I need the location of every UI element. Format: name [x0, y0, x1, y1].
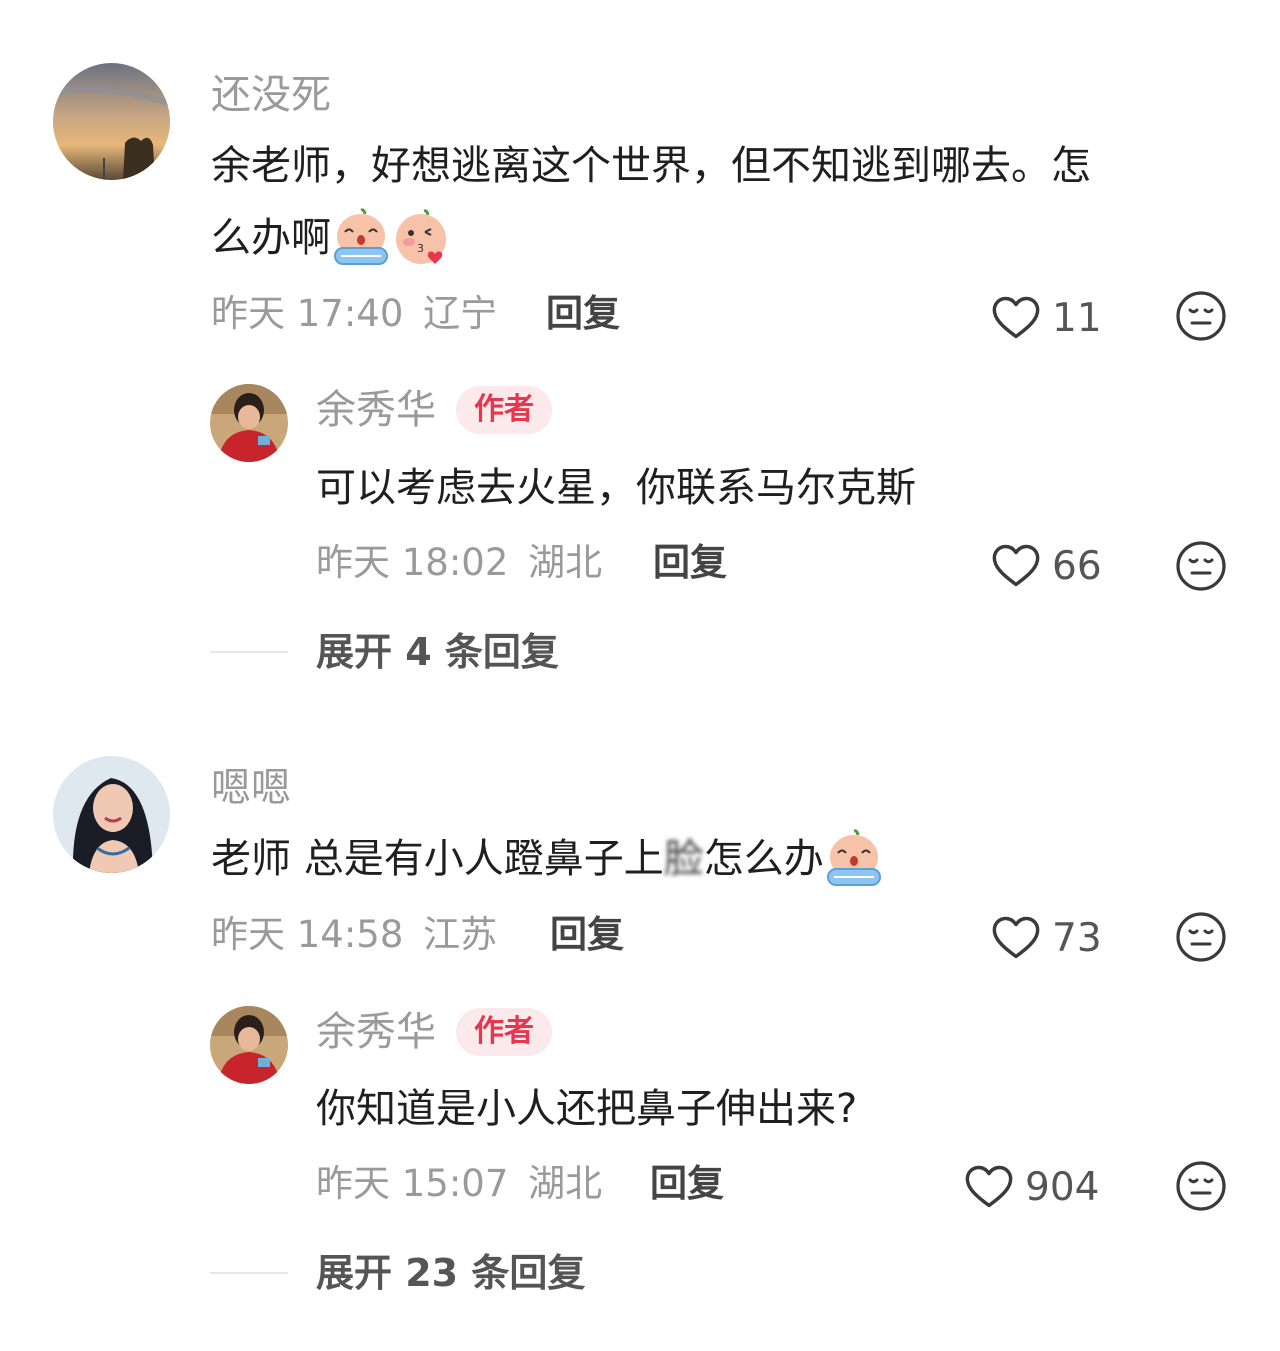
reply-header: 余秀华 作者: [316, 1008, 552, 1056]
avatar[interactable]: [53, 756, 170, 873]
crying-face-emoji: [331, 208, 391, 268]
comment-location: 辽宁: [423, 292, 498, 335]
comment-text-line: 余老师，好想逃离这个世界，但不知逃到哪去。怎: [211, 143, 1091, 189]
comment-meta: 昨天 14:58 江苏: [211, 916, 497, 953]
expand-divider: [210, 651, 288, 653]
comment-time: 昨天 14:58: [211, 913, 404, 956]
reply-username[interactable]: 余秀华: [316, 1012, 436, 1052]
reply-header: 余秀华 作者: [316, 386, 552, 434]
reply-username[interactable]: 余秀华: [316, 390, 436, 430]
like-button[interactable]: 904: [963, 1161, 1099, 1213]
comment-text: 余老师，好想逃离这个世界，但不知逃到哪去。怎 么办啊: [211, 130, 1241, 274]
heart-outline-icon: [990, 292, 1042, 344]
dislike-face-icon[interactable]: [1175, 911, 1227, 963]
like-count: 904: [1025, 1164, 1100, 1210]
crying-face-emoji: [824, 829, 884, 889]
reply-text: 你知道是小人还把鼻子伸出来?: [316, 1086, 858, 1132]
reply-button[interactable]: 回复: [653, 544, 727, 581]
expand-replies-button[interactable]: 展开 4 条回复: [316, 633, 559, 671]
comment-location: 江苏: [423, 913, 498, 956]
expand-replies-button[interactable]: 展开 23 条回复: [316, 1254, 585, 1292]
avatar[interactable]: [210, 1006, 288, 1084]
dislike-face-icon[interactable]: [1175, 290, 1227, 342]
author-badge: 作者: [456, 1008, 552, 1056]
avatar[interactable]: [210, 384, 288, 462]
author-badge: 作者: [456, 386, 552, 434]
reply-text: 可以考虑去火星，你联系马尔克斯: [316, 465, 916, 511]
reply-meta: 昨天 18:02 湖北: [316, 544, 602, 581]
comment-text-fragment: 么办啊: [211, 215, 331, 261]
like-button[interactable]: 11: [990, 292, 1102, 344]
like-count: 66: [1052, 543, 1102, 589]
like-count: 11: [1052, 295, 1102, 341]
expand-divider: [210, 1272, 288, 1274]
like-button[interactable]: 66: [990, 540, 1102, 592]
comment-text-fragment: 怎么办: [703, 836, 824, 882]
dislike-face-icon[interactable]: [1175, 1160, 1227, 1212]
heart-outline-icon: [990, 540, 1042, 592]
comment-time: 昨天 17:40: [211, 292, 404, 335]
reply-location: 湖北: [528, 541, 603, 584]
comment-username[interactable]: 嗯嗯: [211, 768, 291, 808]
comment-text-fragment: 脸: [663, 836, 704, 882]
heart-outline-icon: [963, 1161, 1015, 1213]
reply-location: 湖北: [528, 1162, 603, 1205]
like-count: 73: [1052, 915, 1102, 961]
dislike-face-icon[interactable]: [1175, 540, 1227, 592]
kiss-face-emoji: [391, 208, 451, 268]
reply-button[interactable]: 回复: [650, 1165, 724, 1202]
comment-text-line: 么办啊: [211, 202, 1241, 274]
like-button[interactable]: 73: [990, 912, 1102, 964]
reply-time: 昨天 15:07: [316, 1162, 509, 1205]
avatar[interactable]: [53, 63, 170, 180]
comment-username[interactable]: 还没死: [211, 75, 331, 115]
reply-time: 昨天 18:02: [316, 541, 509, 584]
comment-text-fragment: 老师 总是有小人蹬鼻子上: [211, 836, 664, 882]
heart-outline-icon: [990, 912, 1042, 964]
comment-text: 老师 总是有小人蹬鼻子上 脸 怎么办: [211, 823, 884, 895]
reply-button[interactable]: 回复: [550, 916, 624, 953]
reply-button[interactable]: 回复: [546, 295, 620, 332]
comment-meta: 昨天 17:40 辽宁: [211, 295, 497, 332]
reply-meta: 昨天 15:07 湖北: [316, 1165, 602, 1202]
